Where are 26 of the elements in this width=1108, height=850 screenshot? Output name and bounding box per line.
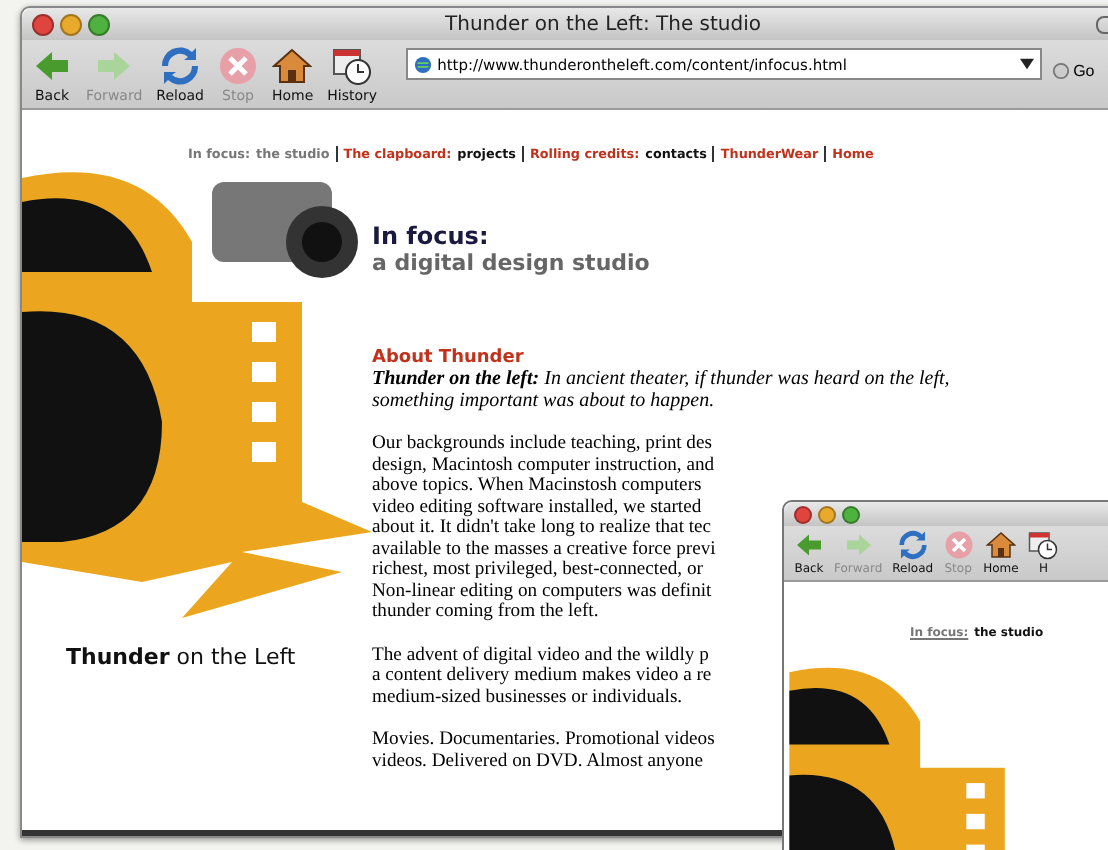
logo-text: Thunder on the Left: [66, 644, 298, 670]
dropdown-caret-icon[interactable]: [1019, 58, 1034, 70]
page-subheading: a digital design studio: [372, 250, 652, 276]
stop-icon: [217, 46, 258, 86]
section-title: About Thunder: [372, 348, 526, 368]
window-title: Thunder on the Left: The studio: [443, 13, 763, 35]
go-button[interactable]: Go: [1051, 62, 1095, 80]
house-icon: [985, 530, 1016, 560]
back-arrow-icon: [32, 46, 72, 86]
lead-paragraph: Thunder on the left: In ancient theater, if thunder was heard on the left, something important was about to happen.: [372, 368, 952, 412]
reload-icon: [897, 530, 928, 560]
stop-icon: [943, 530, 974, 560]
reload-icon: [160, 46, 201, 86]
back-arrow-icon: [794, 530, 824, 560]
calendar-clock-icon: [332, 46, 373, 86]
window-controls[interactable]: [32, 13, 110, 35]
globe-icon: [413, 55, 432, 73]
forward-arrow-icon: [94, 46, 135, 86]
body-paragraph: Movies. Documentaries. Promotional videos videos. Delivered on DVD. Almost anyone: [372, 730, 717, 772]
forward-arrow-icon: [843, 530, 874, 560]
page-heading: In focus:: [372, 222, 491, 250]
window-controls[interactable]: [794, 505, 860, 523]
calendar-clock-icon: [1028, 530, 1059, 560]
body-paragraph: Our backgrounds include teaching, print des design, Macintosh computer instruction, and above topics. When Macinstosh computers video editing software installed, we started about it. It didn't take long to realize that tec available to the masses a creative force previ richest, most privileged, best-connected, or Non-linear editing on computers was definit thunder coming from the left.: [372, 434, 718, 623]
house-icon: [272, 46, 313, 86]
body-paragraph: The advent of digital video and the wildly p a content delivery medium makes video a re medium-sized businesses or individuals.: [372, 645, 714, 708]
